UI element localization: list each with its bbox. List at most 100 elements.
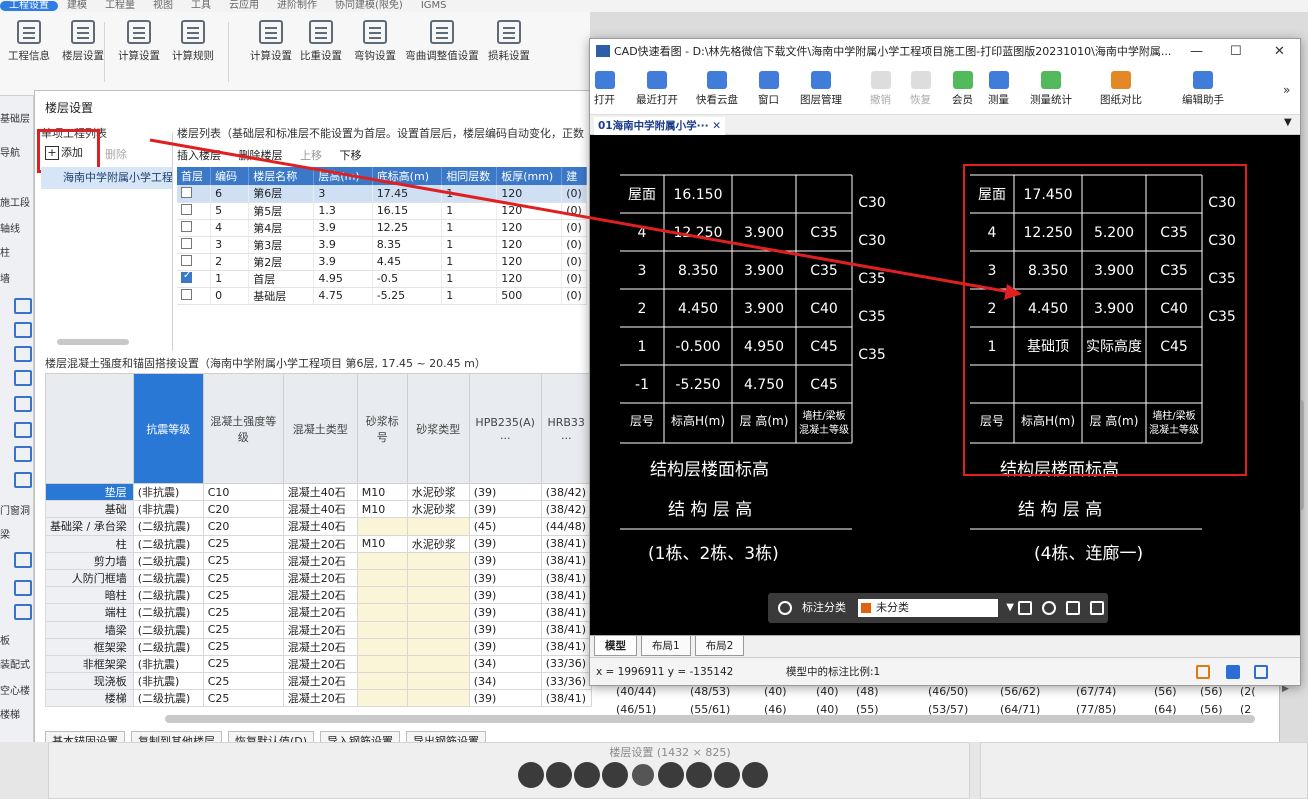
concrete-cell-type[interactable]: 混凝土20石 (282, 568, 358, 588)
concrete-cell-b[interactable]: (38/41) (540, 603, 592, 622)
concrete-fragment-cell[interactable]: (46) (764, 703, 787, 716)
floor-cell-bottom[interactable]: 4.45 (372, 253, 443, 271)
cad-canvas[interactable]: 屋面 16.150 4 12.250 3.900 C35 3 8.350 3.900 C35 2 4.… (590, 135, 1300, 635)
floor-cell-x[interactable]: (0) (561, 236, 587, 254)
concrete-cell-mtype[interactable] (406, 517, 470, 536)
ribbon-button[interactable]: 工程信息 (2, 20, 56, 63)
layout-tab[interactable]: 布局1 (641, 636, 691, 656)
concrete-cell-seismic[interactable]: (二级抗震) (132, 620, 204, 639)
concrete-cell-b[interactable]: (38/41) (540, 551, 592, 570)
cad-doc-tab[interactable]: 01海南中学附属小学··· ✕ (594, 117, 726, 135)
floor-row[interactable]: 5 第5层 1.3 16.15 1 120 (0) (177, 202, 587, 220)
concrete-cell-a[interactable]: (39) (468, 568, 542, 588)
concrete-cell-seismic[interactable]: (非抗震) (132, 654, 204, 674)
edit-icon[interactable] (1018, 601, 1032, 615)
concrete-cell-b[interactable]: (38/42) (540, 500, 592, 519)
concrete-cell-seismic[interactable]: (二级抗震) (132, 551, 204, 570)
concrete-cell-seismic[interactable]: (二级抗震) (132, 534, 204, 553)
concrete-cell-grade[interactable]: C25 (202, 586, 284, 605)
concrete-col-header[interactable]: HPB235(A) ... (468, 373, 542, 484)
first-floor-checkbox[interactable] (181, 289, 192, 300)
concrete-cell-seismic[interactable]: (二级抗震) (132, 603, 204, 622)
ribbon-button[interactable]: 计算设置 (112, 20, 166, 63)
ribbon-button[interactable]: 比重设置 (294, 20, 348, 63)
side-nav-item[interactable]: 基础层 (0, 110, 34, 125)
floor-col-header[interactable]: 层高(m) (313, 167, 373, 185)
floor-cell-name[interactable]: 第6层 (248, 185, 315, 203)
thumb-dot[interactable] (714, 762, 740, 788)
first-floor-cell[interactable] (177, 185, 212, 203)
concrete-fragment-cell[interactable]: (40/44) (616, 685, 656, 698)
concrete-fragment-cell[interactable]: (48) (856, 685, 879, 698)
concrete-cell-mortar[interactable] (356, 672, 408, 691)
cad-toolbar-button[interactable]: 测量 (988, 71, 1009, 107)
side-nav-item[interactable]: 墙 (0, 270, 34, 285)
thumb-dot-current[interactable] (630, 762, 656, 788)
first-floor-cell[interactable] (177, 236, 212, 254)
status-pdf-icon[interactable] (1226, 665, 1240, 679)
concrete-cell-seismic[interactable]: (二级抗震) (132, 517, 204, 536)
floor-cell-name[interactable]: 基础层 (248, 287, 315, 305)
floor-cell-slab[interactable]: 120 (496, 236, 563, 254)
concrete-cell-mtype[interactable]: 水泥砂浆 (406, 534, 470, 553)
concrete-cell-seismic[interactable]: (二级抗震) (132, 637, 204, 656)
ribbon-button[interactable]: 弯钩设置 (348, 20, 402, 63)
floor-cell-name[interactable]: 第4层 (248, 219, 315, 237)
floor-cell-x[interactable]: (0) (561, 185, 587, 203)
thumb-dot[interactable] (574, 762, 600, 788)
concrete-row[interactable]: 垫层 (非抗震) C10 混凝土40石 M10 水泥砂浆 (39) (38/42) (45, 482, 592, 502)
floor-cell-x[interactable]: (0) (561, 202, 587, 220)
concrete-cell-mortar[interactable] (356, 620, 408, 639)
concrete-cell-type[interactable]: 混凝土20石 (282, 603, 358, 622)
floor-cell-slab[interactable]: 120 (496, 270, 563, 288)
concrete-cell-b[interactable]: (38/41) (540, 568, 592, 588)
floor-col-header[interactable]: 建 (561, 167, 587, 185)
floor-col-header[interactable]: 相同层数 (441, 167, 498, 185)
thumb-dot[interactable] (686, 762, 712, 788)
cad-toolbar-button[interactable]: 编辑助手 (1182, 71, 1224, 107)
concrete-cell-type[interactable]: 混凝土40石 (282, 500, 358, 519)
concrete-col-header[interactable]: 混凝土强度等级 (202, 373, 284, 484)
copy-icon[interactable] (1066, 601, 1080, 615)
annotation-category-select[interactable]: 未分类 (858, 599, 1014, 617)
floor-cell-bottom[interactable]: 8.35 (372, 236, 443, 254)
ribbon-tab[interactable]: IGMS (412, 1, 456, 11)
layout-tab[interactable]: 布局2 (694, 636, 745, 656)
concrete-row[interactable]: 框架梁 (二级抗震) C25 混凝土20石 (39) (38/41) (45, 637, 592, 656)
ribbon-button[interactable]: 损耗设置 (482, 20, 536, 63)
concrete-cell-grade[interactable]: C25 (202, 654, 284, 674)
concrete-cell-seismic[interactable]: (非抗震) (132, 500, 204, 519)
side-tool-icon[interactable] (14, 422, 32, 438)
cad-toolbar-button[interactable]: 恢复 (910, 71, 931, 107)
concrete-cell-mtype[interactable] (406, 672, 470, 691)
side-nav-item[interactable]: 板 (0, 632, 34, 647)
concrete-cell-mortar[interactable] (356, 551, 408, 570)
concrete-row[interactable]: 人防门框墙 (二级抗震) C25 混凝土20石 (39) (38/41) (45, 568, 592, 588)
concrete-cell-a[interactable]: (39) (468, 689, 542, 708)
delete-project-button[interactable]: 删除 (105, 146, 127, 162)
first-floor-checkbox[interactable] (181, 238, 192, 249)
concrete-cell-b[interactable]: (33/36) (540, 672, 592, 691)
concrete-cell-mtype[interactable]: 水泥砂浆 (406, 482, 470, 502)
concrete-cell-mtype[interactable] (406, 689, 470, 708)
first-floor-checkbox[interactable] (181, 186, 192, 198)
concrete-cell-b[interactable]: (38/41) (540, 620, 592, 639)
ribbon-button[interactable]: 计算规则 (166, 20, 220, 63)
concrete-col-header[interactable]: 砂浆标号 (356, 373, 408, 484)
ribbon-tab[interactable]: 工程设置 (0, 1, 58, 11)
floor-cell-code[interactable]: 0 (210, 287, 250, 305)
ribbon-button[interactable]: 楼层设置 (56, 20, 110, 63)
floor-cell-height[interactable]: 4.95 (313, 270, 373, 288)
delete-floor-button[interactable]: 删除楼层 (239, 149, 283, 162)
first-floor-cell[interactable] (177, 270, 212, 288)
concrete-fragment-cell[interactable]: (67/74) (1076, 685, 1116, 698)
concrete-cell-mortar[interactable] (356, 637, 408, 656)
concrete-row[interactable]: 暗柱 (二级抗震) C25 混凝土20石 (39) (38/41) (45, 586, 592, 605)
concrete-fragment-cell[interactable]: (55) (856, 703, 879, 716)
cad-toolbar-button[interactable]: 打开 (594, 71, 615, 107)
concrete-fragment-cell[interactable]: (2 (1240, 703, 1251, 716)
concrete-fragment-cell[interactable]: (53/57) (928, 703, 968, 716)
floor-cell-height[interactable]: 4.75 (313, 287, 373, 305)
concrete-fragment-cell[interactable]: (40) (764, 685, 787, 698)
ribbon-tab[interactable]: 工程量 (96, 1, 144, 11)
